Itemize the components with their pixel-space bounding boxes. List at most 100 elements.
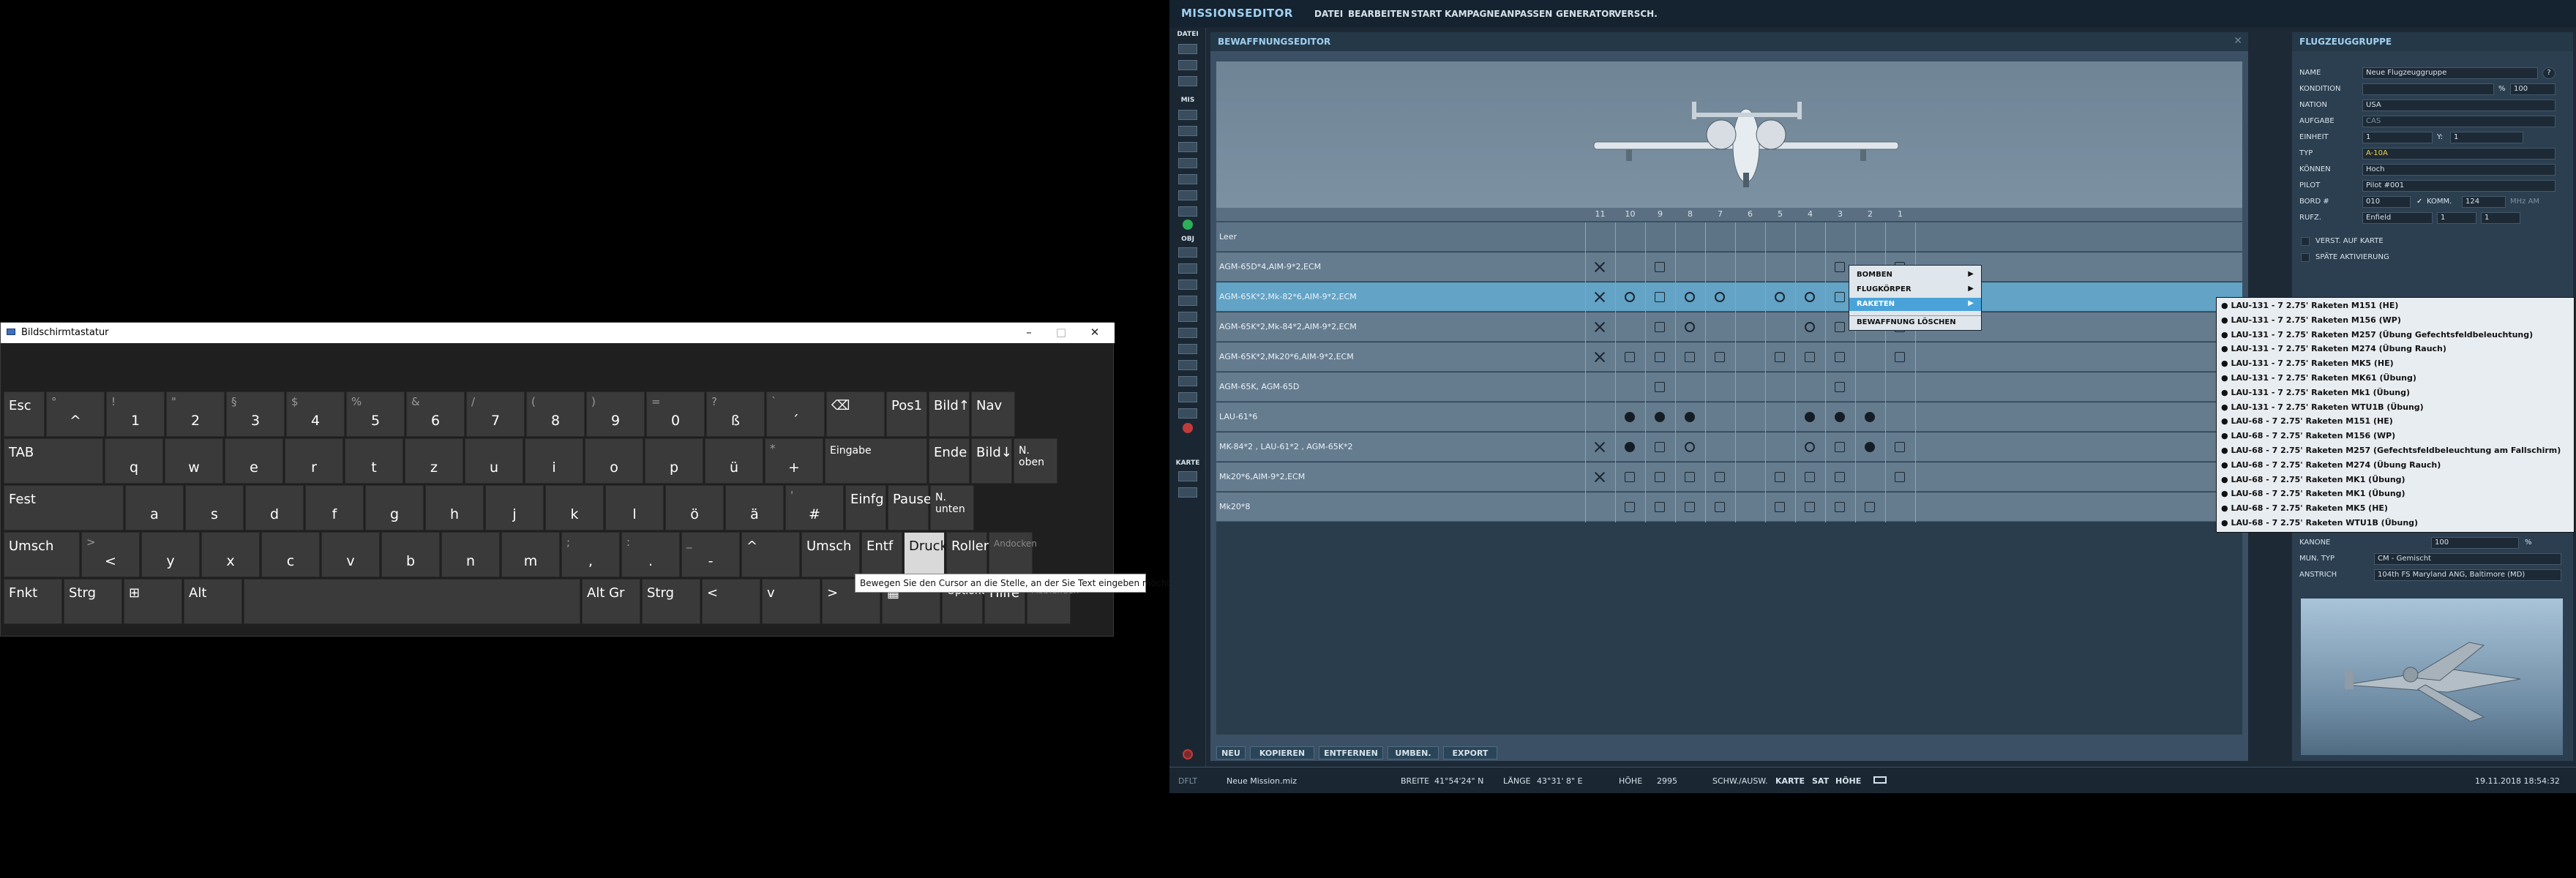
empty-pylon-icon[interactable] [1595,442,1605,452]
weapon-icon[interactable] [1805,352,1815,362]
key-row4-x[interactable]: x [201,532,260,577]
weapon-icon[interactable] [1715,502,1725,512]
key-row4-sym12[interactable]: ^ [741,532,800,577]
weapon-icon[interactable] [1805,292,1815,302]
weapon-icon[interactable] [1805,442,1815,452]
weapon-icon[interactable] [1655,442,1665,452]
unit-total-field[interactable]: 1 [2450,132,2523,143]
key-row3-a[interactable]: a [125,485,184,530]
remove-loadout-button[interactable]: ENTFERNEN [1319,746,1383,759]
goals-icon[interactable] [1178,142,1197,152]
weapon-icon[interactable] [1775,502,1785,512]
rocket-option[interactable]: ● LAU-131 - 7 2.75' Raketen Mk1 (Übung) [2221,388,2410,397]
menu-generator[interactable]: GENERATOR [1556,9,1616,19]
callsign-number-1[interactable]: 1 [2437,212,2476,224]
weapon-icon[interactable] [1655,352,1665,362]
key-row3-pause[interactable]: Pause [888,485,932,530]
maximize-button[interactable]: □ [1050,326,1072,339]
rocket-option[interactable]: ● LAU-68 - 7 2.75' Raketen WTU1B (Übung) [2221,518,2418,528]
key-row5-altgr[interactable]: Alt Gr [582,579,640,624]
weapon-icon[interactable] [1625,352,1635,362]
loadout-row[interactable]: MK-84*2 , LAU-61*2 , AGM-65K*2 [1216,432,2242,462]
minimize-button[interactable]: – [1018,326,1040,339]
kondition-field[interactable]: 100 [2510,83,2556,95]
weapon-icon[interactable] [1655,322,1665,332]
loadout-row[interactable]: Mk20*6,AIM-9*2,ECM [1216,462,2242,492]
tanker-icon[interactable] [1178,376,1197,386]
key-row5-v[interactable]: v [762,579,820,624]
rocket-option[interactable]: ● LAU-131 - 7 2.75' Raketen WTU1B (Übung… [2221,402,2424,412]
weapon-icon[interactable] [1715,352,1725,362]
zone-icon[interactable] [1178,328,1197,338]
rocket-pod-icon[interactable] [1865,442,1875,452]
weapon-icon[interactable] [1775,472,1785,482]
rocket-pod-icon[interactable] [1625,412,1635,422]
weather-icon[interactable] [1178,158,1197,168]
weapon-icon[interactable] [1805,322,1815,332]
key-row5-key[interactable] [244,579,580,624]
key-row1-6[interactable]: & 6 [406,391,465,437]
menu-datei[interactable]: DATEI [1314,9,1343,19]
weapon-icon[interactable] [1895,442,1905,452]
key-row4-sym9[interactable]: ;, [561,532,620,577]
rocket-pod-icon[interactable] [1655,412,1665,422]
delete-icon[interactable] [1183,423,1193,433]
weapon-icon[interactable] [1715,292,1725,302]
key-row3-einfg[interactable]: Einfg [845,485,886,530]
loadout-row[interactable]: AGM-65D*4,AIM-9*2,ECM [1216,252,2242,282]
key-row2-ü[interactable]: ü [705,438,763,484]
weapon-icon[interactable] [1685,352,1695,362]
rocket-pod-icon[interactable] [1865,412,1875,422]
key-row4-c[interactable]: c [261,532,320,577]
map-options-icon[interactable] [1178,190,1197,200]
map-mode-karte[interactable]: KARTE [1775,776,1805,786]
close-icon[interactable]: ✕ [2234,35,2242,47]
close-button[interactable]: ✕ [1084,326,1106,339]
rocket-pod-icon[interactable] [1805,412,1815,422]
empty-pylon-icon[interactable] [1595,322,1605,332]
key-row1-0[interactable]: = 0 [646,391,705,437]
status-dflt[interactable]: DFLT [1178,776,1197,786]
loadout-row[interactable]: AGM-65K, AGM-65D [1216,372,2242,402]
rocket-option[interactable]: ● LAU-68 - 7 2.75' Raketen M151 (HE) [2221,416,2393,426]
key-row4-v[interactable]: v [321,532,380,577]
rocket-option[interactable]: ● LAU-131 - 7 2.75' Raketen M257 (Übung … [2221,330,2533,339]
fire-icon[interactable] [1178,392,1197,402]
menu-anpassen[interactable]: ANPASSEN [1500,9,1552,19]
weapon-icon[interactable] [1625,502,1635,512]
key-row4-m[interactable]: m [501,532,560,577]
rocket-option[interactable]: ● LAU-68 - 7 2.75' Raketen M274 (Übung R… [2221,460,2441,470]
key-row2-tab[interactable]: TAB [4,438,103,484]
callsign-select[interactable]: Enfield [2362,212,2433,224]
key-row4-sym10[interactable]: :. [621,532,680,577]
fog-icon[interactable] [1178,174,1197,184]
key-row2-noben[interactable]: N. oben [1014,438,1057,484]
menu-versch[interactable]: VERSCH. [1614,9,1658,19]
board-number-field[interactable]: 010 [2362,196,2411,208]
menu-bearbeiten[interactable]: BEARBEITEN [1348,9,1409,19]
gun-field[interactable]: 100 [2431,537,2519,549]
key-row3-g[interactable]: g [365,485,424,530]
loadout-row[interactable]: Mk20*8 [1216,492,2242,522]
copy-loadout-button[interactable]: KOPIEREN [1250,746,1314,759]
weapon-icon[interactable] [1835,352,1845,362]
template-icon[interactable] [1178,360,1197,370]
key-row2-w[interactable]: w [165,438,223,484]
rocket-pod-icon[interactable] [1685,412,1695,422]
save-file-icon[interactable] [1178,76,1197,86]
key-row3-f[interactable]: f [305,485,364,530]
key-row2-t[interactable]: t [345,438,403,484]
weapon-icon[interactable] [1685,442,1695,452]
key-row1-ß[interactable]: ? ß [706,391,765,437]
briefing-icon[interactable] [1178,126,1197,136]
open-file-icon[interactable] [1178,60,1197,70]
key-row2-ende[interactable]: Ende [929,438,970,484]
key-row4-umsch[interactable]: Umsch [4,532,80,577]
key-row3-h[interactable]: h [425,485,484,530]
pilot-field[interactable]: Pilot #001 [2362,180,2556,192]
loadout-row[interactable]: AGM-65K*2,Mk-84*2,AIM-9*2,ECM [1216,312,2242,342]
weapon-icon[interactable] [1685,472,1695,482]
rocket-option[interactable]: ● LAU-131 - 7 2.75' Raketen M156 (WP) [2221,315,2401,325]
new-file-icon[interactable] [1178,44,1197,54]
key-row2-r[interactable]: r [285,438,343,484]
